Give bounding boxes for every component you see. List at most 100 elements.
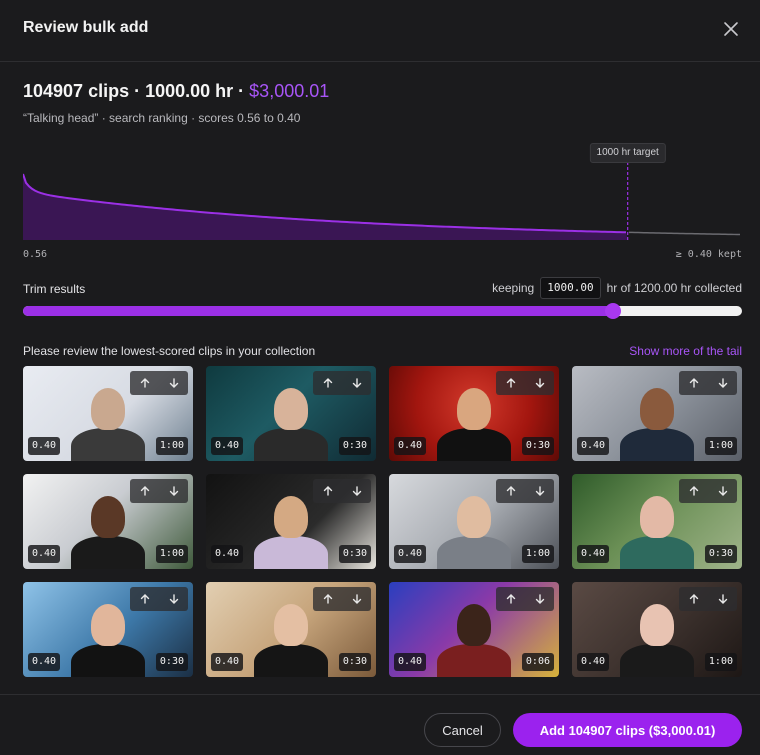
clip-score: 0.40	[28, 545, 61, 563]
arrow-up-icon[interactable]	[679, 587, 708, 611]
arrow-down-icon[interactable]	[159, 371, 188, 395]
arrow-down-icon[interactable]	[525, 479, 554, 503]
arrow-down-icon[interactable]	[342, 371, 371, 395]
clip-tile[interactable]: 0.40 0:30	[572, 474, 742, 569]
arrow-up-icon[interactable]	[496, 371, 525, 395]
arrow-up-icon[interactable]	[496, 479, 525, 503]
person-silhouette	[620, 536, 694, 569]
dialog-footer: Cancel Add 104907 clips ($3,000.01)	[0, 694, 760, 755]
arrow-up-icon[interactable]	[496, 587, 525, 611]
arrow-up-icon[interactable]	[313, 587, 342, 611]
trim-slider-fill	[23, 306, 613, 316]
arrow-down-icon[interactable]	[342, 587, 371, 611]
arrow-down-icon[interactable]	[708, 587, 737, 611]
person-silhouette	[254, 536, 328, 569]
arrow-down-icon[interactable]	[342, 479, 371, 503]
clip-score: 0.40	[394, 653, 427, 671]
person-face	[91, 604, 125, 646]
separator: ·	[129, 81, 146, 101]
axis-max-label: ≥ 0.40 kept	[675, 249, 742, 260]
trim-label: Trim results	[23, 282, 86, 296]
show-more-link[interactable]: Show more of the tail	[629, 344, 742, 358]
keeping-hours-input[interactable]: 1000.00	[540, 277, 601, 299]
clip-tile[interactable]: 0.40 0:30	[206, 366, 376, 461]
dialog-header: Review bulk add	[0, 0, 760, 62]
person-face	[274, 496, 308, 538]
arrow-up-icon[interactable]	[313, 371, 342, 395]
person-silhouette	[620, 428, 694, 461]
arrow-down-icon[interactable]	[159, 587, 188, 611]
person-silhouette	[437, 428, 511, 461]
arrow-down-icon[interactable]	[525, 371, 554, 395]
clip-duration: 1:00	[155, 437, 188, 455]
trimmed-curve	[628, 231, 741, 236]
arrow-down-icon[interactable]	[708, 371, 737, 395]
clip-duration: 0:06	[521, 653, 554, 671]
arrow-up-icon[interactable]	[679, 479, 708, 503]
arrow-up-icon[interactable]	[679, 371, 708, 395]
dialog-title: Review bulk add	[23, 19, 149, 36]
clip-duration: 0:30	[338, 653, 371, 671]
clip-duration: 1:00	[521, 545, 554, 563]
keeping-suffix: hr of 1200.00 hr collected	[606, 281, 742, 295]
arrow-down-icon[interactable]	[708, 479, 737, 503]
person-silhouette	[620, 644, 694, 677]
person-face	[457, 604, 491, 646]
add-clips-button[interactable]: Add 104907 clips ($3,000.01)	[513, 713, 742, 747]
search-description: “Talking head” · search ranking · scores…	[23, 111, 301, 125]
trim-slider[interactable]	[23, 303, 742, 319]
clip-tile[interactable]: 0.40 1:00	[572, 366, 742, 461]
clip-tile[interactable]: 0.40 0:30	[206, 582, 376, 677]
score-distribution-chart: 1000 hr target	[23, 140, 742, 265]
close-icon[interactable]	[720, 18, 742, 40]
cancel-button[interactable]: Cancel	[424, 713, 501, 747]
clip-duration: 1:00	[704, 437, 737, 455]
vote-controls	[496, 479, 554, 503]
clip-score: 0.40	[211, 545, 244, 563]
arrow-up-icon[interactable]	[130, 479, 159, 503]
clip-duration: 0:30	[155, 653, 188, 671]
person-silhouette	[71, 428, 145, 461]
person-face	[91, 496, 125, 538]
person-face	[640, 388, 674, 430]
arrow-up-icon[interactable]	[313, 479, 342, 503]
clip-score: 0.40	[28, 437, 61, 455]
vote-controls	[130, 371, 188, 395]
vote-controls	[313, 587, 371, 611]
arrow-up-icon[interactable]	[130, 371, 159, 395]
review-label: Please review the lowest-scored clips in…	[23, 344, 316, 358]
person-face	[457, 496, 491, 538]
person-face	[274, 388, 308, 430]
clip-tile[interactable]: 0.40 1:00	[23, 366, 193, 461]
arrow-down-icon[interactable]	[159, 479, 188, 503]
clip-tile[interactable]: 0.40 0:30	[389, 366, 559, 461]
keeping-readout: keeping 1000.00 hr of 1200.00 hr collect…	[492, 277, 742, 299]
vote-controls	[496, 587, 554, 611]
person-silhouette	[254, 428, 328, 461]
person-face	[274, 604, 308, 646]
clip-tile[interactable]: 0.40 1:00	[389, 474, 559, 569]
person-silhouette	[254, 644, 328, 677]
person-silhouette	[437, 536, 511, 569]
clip-score: 0.40	[211, 653, 244, 671]
arrow-down-icon[interactable]	[525, 587, 554, 611]
clip-tile[interactable]: 0.40 0:06	[389, 582, 559, 677]
person-silhouette	[71, 536, 145, 569]
clip-tile[interactable]: 0.40 0:30	[206, 474, 376, 569]
clip-tile[interactable]: 0.40 1:00	[23, 474, 193, 569]
trim-slider-handle[interactable]	[604, 303, 621, 319]
separator: ·	[233, 81, 250, 101]
person-face	[640, 496, 674, 538]
arrow-up-icon[interactable]	[130, 587, 159, 611]
target-label: 1000 hr target	[589, 143, 666, 163]
clip-tile[interactable]: 0.40 0:30	[23, 582, 193, 677]
vote-controls	[496, 371, 554, 395]
vote-controls	[313, 371, 371, 395]
axis-min-label: 0.56	[23, 249, 48, 260]
clip-score: 0.40	[211, 437, 244, 455]
clip-tile[interactable]: 0.40 1:00	[572, 582, 742, 677]
vote-controls	[679, 587, 737, 611]
vote-controls	[130, 479, 188, 503]
vote-controls	[679, 479, 737, 503]
vote-controls	[130, 587, 188, 611]
